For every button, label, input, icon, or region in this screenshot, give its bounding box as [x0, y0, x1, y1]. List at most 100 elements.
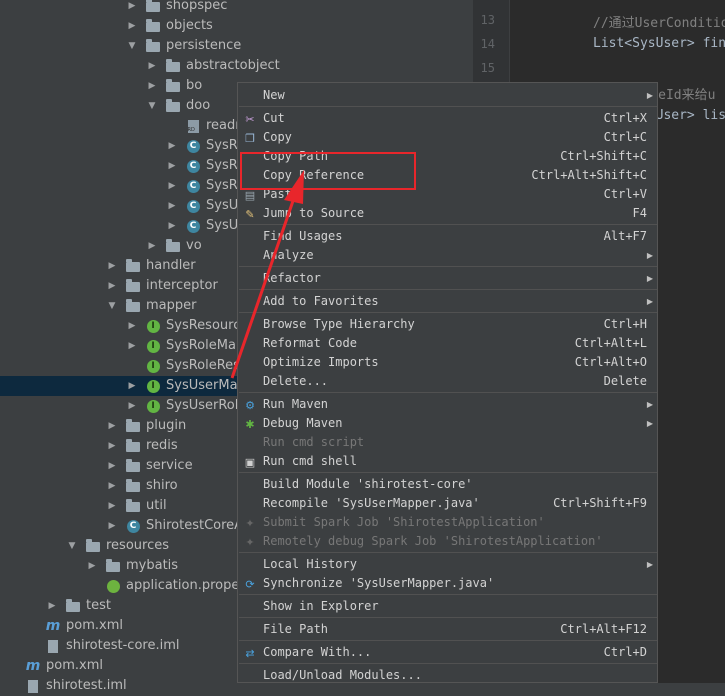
bug-icon: ✱ [245, 417, 255, 431]
menu-item-analyze[interactable]: Analyze ▶ [238, 246, 657, 265]
collapse-arrow-icon[interactable]: ▶ [166, 156, 178, 176]
folder-shape [166, 59, 180, 72]
menu-item-label: File Path [263, 622, 329, 636]
collapse-arrow-icon[interactable]: ▶ [126, 316, 138, 336]
collapse-arrow-icon[interactable]: ▶ [146, 236, 158, 256]
menu-item-delete[interactable]: Delete... Delete [238, 372, 657, 391]
menu-item-label: Jump to Source [263, 206, 365, 220]
menu-item-load-unload-modules[interactable]: Load/Unload Modules... [238, 666, 657, 682]
folder-icon [126, 479, 140, 493]
collapse-arrow-icon[interactable]: ▶ [106, 476, 118, 496]
collapse-arrow-icon[interactable]: ▶ [126, 396, 138, 416]
menu-item-recompile-sysusermapper-java[interactable]: Recompile 'SysUserMapper.java' Ctrl+Shift… [238, 494, 657, 513]
collapse-arrow-icon[interactable]: ▶ [146, 76, 158, 96]
tree-item-label: resources [106, 538, 170, 553]
iface-icon: I [146, 399, 160, 413]
menu-separator [239, 594, 657, 595]
menu-separator [239, 392, 657, 393]
collapse-arrow-icon[interactable]: ▶ [166, 136, 178, 156]
menu-item-compare-with[interactable]: ⇄ Compare With... Ctrl+D [238, 643, 657, 662]
expand-arrow-icon[interactable]: ▼ [66, 536, 78, 556]
expand-arrow-icon[interactable]: ▼ [146, 96, 158, 116]
menu-item-cut[interactable]: ✂ Cut Ctrl+X [238, 109, 657, 128]
menu-item-show-in-explorer[interactable]: Show in Explorer [238, 597, 657, 616]
tree-row[interactable]: ▶ abstractobject [0, 56, 473, 76]
menu-item-debug-maven[interactable]: ✱ Debug Maven ▶ [238, 414, 657, 433]
menu-item-refactor[interactable]: Refactor ▶ [238, 269, 657, 288]
folder-icon [126, 279, 140, 293]
collapse-arrow-icon[interactable]: ▶ [106, 276, 118, 296]
menu-item-label: Reformat Code [263, 336, 357, 350]
tree-row[interactable]: ▼ persistence [0, 36, 473, 56]
menu-item-jump-to-source[interactable]: ✎ Jump to Source F4 [238, 204, 657, 223]
menu-item-new[interactable]: New ▶ [238, 86, 657, 105]
menu-item-shortcut: Ctrl+D [603, 645, 647, 659]
menu-item-shortcut: Ctrl+Alt+F12 [560, 622, 647, 636]
menu-item-label: Cut [263, 111, 285, 125]
maven-icon: m [26, 658, 41, 674]
collapse-arrow-icon[interactable]: ▶ [86, 556, 98, 576]
collapse-arrow-icon[interactable]: ▶ [106, 436, 118, 456]
menu-item-add-to-favorites[interactable]: Add to Favorites ▶ [238, 292, 657, 311]
menu-item-label: Analyze [263, 248, 314, 262]
menu-item-shortcut: Ctrl+H [603, 317, 647, 331]
menu-separator [239, 472, 657, 473]
expand-arrow-icon[interactable]: ▼ [106, 296, 118, 316]
submenu-arrow-icon: ▶ [646, 297, 653, 306]
folder-icon [126, 439, 140, 453]
collapse-arrow-icon[interactable]: ▶ [106, 256, 118, 276]
menu-item-synchronize-sysusermapper-java[interactable]: ⟳ Synchronize 'SysUserMapper.java' [238, 574, 657, 593]
class-badge: C [186, 159, 200, 173]
iml-shape [28, 679, 38, 693]
menu-item-run-maven[interactable]: ⚙ Run Maven ▶ [238, 395, 657, 414]
terminal-icon: ▣ [244, 455, 256, 469]
collapse-arrow-icon[interactable]: ▶ [106, 456, 118, 476]
collapse-arrow-icon[interactable]: ▶ [126, 336, 138, 356]
class-icon: C [186, 139, 200, 153]
code-line[interactable]: //通过UserCondition [593, 12, 725, 31]
compare-icon: ⇄ [245, 646, 255, 660]
menu-separator [239, 617, 657, 618]
menu-item-remotely-debug-spark-job-shirotestapplication: ✦ Remotely debug Spark Job 'ShirotestAppl… [238, 532, 657, 551]
collapse-arrow-icon[interactable]: ▶ [106, 496, 118, 516]
collapse-arrow-icon[interactable]: ▶ [126, 376, 138, 396]
collapse-arrow-icon[interactable]: ▶ [166, 196, 178, 216]
folder-shape [126, 479, 140, 492]
menu-item-find-usages[interactable]: Find Usages Alt+F7 [238, 227, 657, 246]
collapse-arrow-icon[interactable]: ▶ [106, 516, 118, 536]
collapse-arrow-icon[interactable]: ▶ [46, 596, 58, 616]
menu-item-browse-type-hierarchy[interactable]: Browse Type Hierarchy Ctrl+H [238, 315, 657, 334]
collapse-arrow-icon[interactable]: ▶ [166, 176, 178, 196]
menu-item-label: New [263, 88, 285, 102]
menu-item-label: Synchronize 'SysUserMapper.java' [263, 576, 495, 590]
menu-item-reformat-code[interactable]: Reformat Code Ctrl+Alt+L [238, 334, 657, 353]
line-number: 14 [480, 37, 495, 51]
menu-item-copy[interactable]: ❐ Copy Ctrl+C [238, 128, 657, 147]
tree-row[interactable]: ▶ shopspec [0, 0, 473, 16]
menu-item-optimize-imports[interactable]: Optimize Imports Ctrl+Alt+O [238, 353, 657, 372]
class-icon: C [186, 199, 200, 213]
tree-item-label: util [146, 498, 167, 513]
tree-item-label: doo [186, 98, 211, 113]
tree-row[interactable]: ▶ objects [0, 16, 473, 36]
collapse-arrow-icon[interactable]: ▶ [106, 416, 118, 436]
collapse-arrow-icon[interactable]: ▶ [126, 0, 138, 16]
collapse-arrow-icon[interactable]: ▶ [166, 216, 178, 236]
menu-item-shortcut: Ctrl+Alt+L [574, 336, 647, 350]
menu-item-submit-spark-job-shirotestapplication: ✦ Submit Spark Job 'ShirotestApplication' [238, 513, 657, 532]
folder-shape [66, 599, 80, 612]
menu-item-file-path[interactable]: File Path Ctrl+Alt+F12 [238, 620, 657, 639]
menu-item-label: Run cmd shell [263, 454, 357, 468]
code-line[interactable]: List<SysUser> fin [593, 36, 725, 51]
spring-shape [106, 579, 120, 593]
menu-item-run-cmd-shell[interactable]: ▣ Run cmd shell [238, 452, 657, 471]
menu-item-build-module-shirotest-core[interactable]: Build Module 'shirotest-core' [238, 475, 657, 494]
iface-icon: I [146, 359, 160, 373]
menu-item-shortcut: Ctrl+X [603, 111, 647, 125]
menu-item-local-history[interactable]: Local History ▶ [238, 555, 657, 574]
expand-arrow-icon[interactable]: ▼ [126, 36, 138, 56]
collapse-arrow-icon[interactable]: ▶ [126, 16, 138, 36]
tree-item-label: interceptor [146, 278, 218, 293]
collapse-arrow-icon[interactable]: ▶ [146, 56, 158, 76]
maven-icon: m [46, 618, 61, 634]
